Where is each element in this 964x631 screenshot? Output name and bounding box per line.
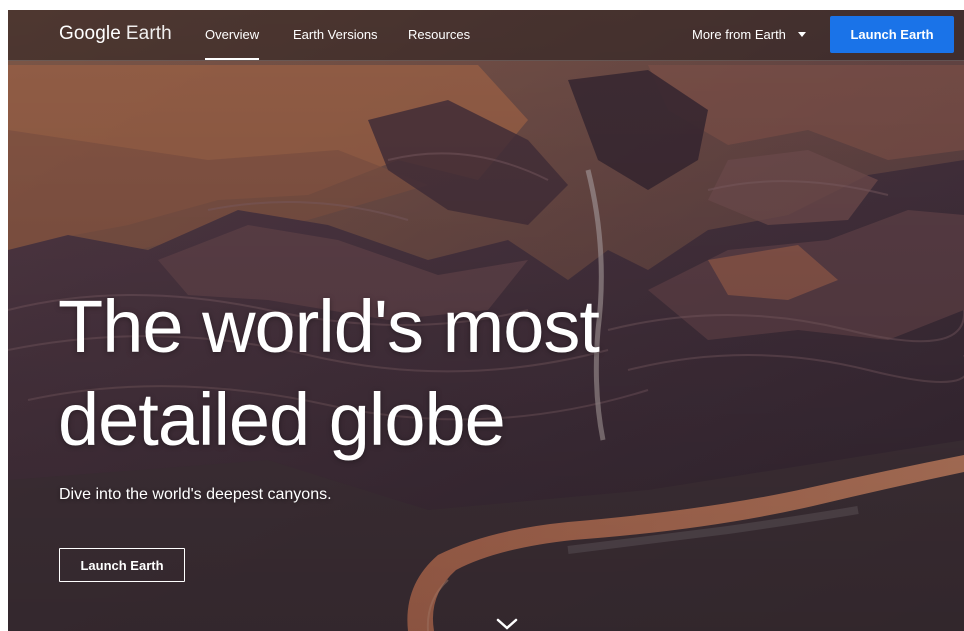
nav-overview[interactable]: Overview xyxy=(205,27,260,60)
launch-earth-header-button[interactable]: Launch Earth xyxy=(830,16,954,53)
hero-headline-line-2: detailed globe xyxy=(58,378,506,461)
logo-product: Earth xyxy=(125,23,172,44)
google-earth-logo[interactable]: Google Earth xyxy=(59,23,172,45)
top-nav-bar: Google Earth Overview Earth Versions Reso… xyxy=(8,10,964,61)
logo-brand: Google xyxy=(59,23,121,44)
page: Google Earth Overview Earth Versions Reso… xyxy=(8,10,964,631)
caret-down-icon xyxy=(797,32,806,38)
hero-headline-line-1: The world's most xyxy=(58,285,600,368)
hero-headline: The world's most detailed globe xyxy=(58,280,698,466)
nav-earth-versions[interactable]: Earth Versions xyxy=(293,27,378,42)
hero-subheading: Dive into the world's deepest canyons. xyxy=(59,486,332,503)
launch-earth-hero-button[interactable]: Launch Earth xyxy=(59,548,185,582)
more-from-earth-label: More from Earth xyxy=(692,27,786,42)
nav-resources[interactable]: Resources xyxy=(408,27,470,42)
more-from-earth-dropdown[interactable]: More from Earth xyxy=(692,27,806,42)
chevron-down-icon[interactable] xyxy=(496,618,518,631)
